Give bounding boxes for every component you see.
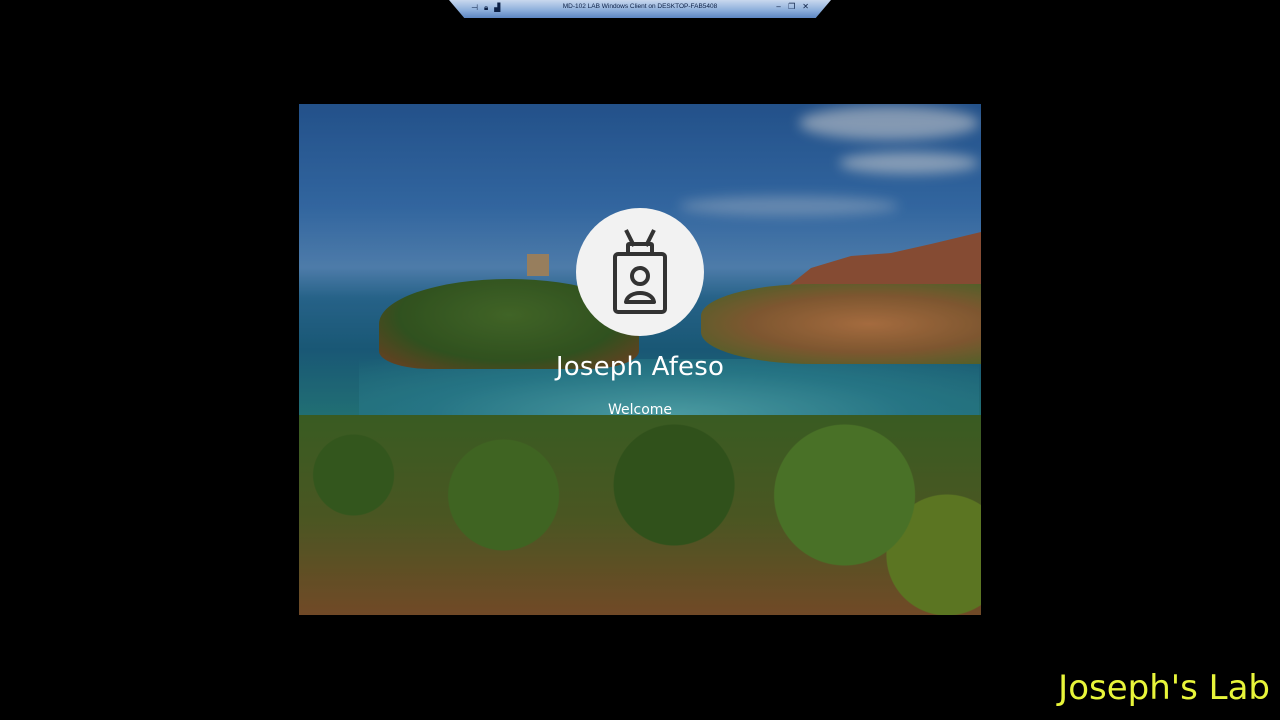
minimize-icon[interactable]: ‒ <box>776 1 781 13</box>
user-name: Joseph Afeso <box>555 352 725 382</box>
channel-watermark: Joseph's Lab <box>1058 668 1270 708</box>
restore-icon[interactable]: ❐ <box>788 1 795 13</box>
screen: ⊣ 🔒︎ ▟ MD-102 LAB Windows Client on DESK… <box>0 0 1280 720</box>
windows-sign-in-screen: Joseph Afeso Welcome <box>299 104 981 615</box>
connection-bar-window-controls: ‒ ❐ ✕ <box>776 1 809 13</box>
remote-desktop-connection-bar[interactable]: ⊣ 🔒︎ ▟ MD-102 LAB Windows Client on DESK… <box>449 0 831 18</box>
close-icon[interactable]: ✕ <box>802 1 809 13</box>
connection-bar-title: MD-102 LAB Windows Client on DESKTOP-FAB… <box>562 3 718 10</box>
user-badge-icon <box>613 229 667 314</box>
user-avatar <box>576 208 704 336</box>
sign-in-status: Welcome <box>607 402 673 418</box>
